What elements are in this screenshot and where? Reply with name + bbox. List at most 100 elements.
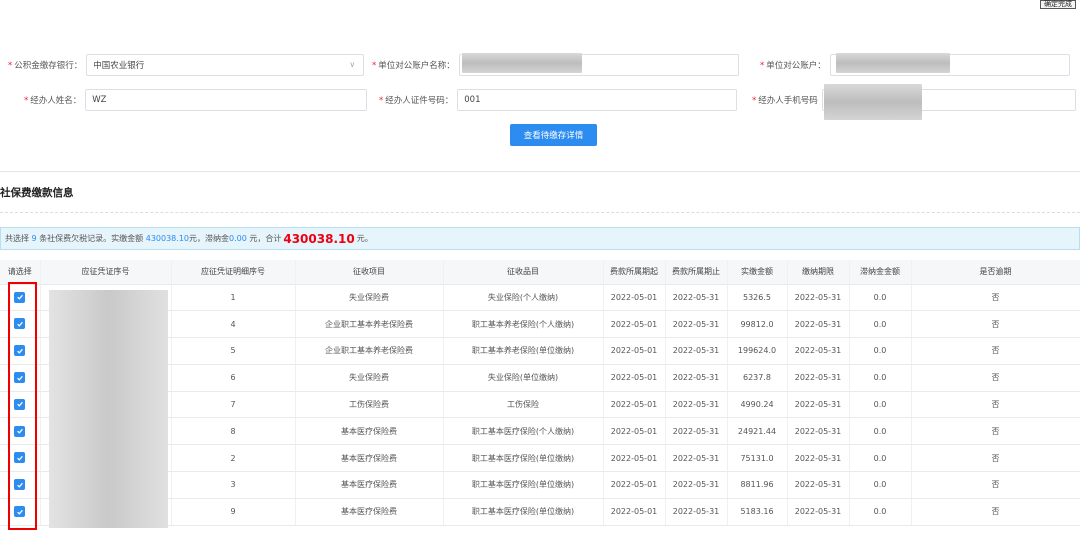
column-header: 费款所属期止 bbox=[665, 260, 728, 285]
summary-bar: 共选择 9 条社保费欠税记录。实缴金额 430038.10 元，滞纳金 0.00 元… bbox=[0, 227, 1080, 250]
checkbox-highlight-frame bbox=[8, 282, 37, 530]
table-cell: 0.0 bbox=[849, 337, 912, 365]
table-cell: 2022-05-31 bbox=[665, 310, 728, 339]
table-cell: 失业保险(单位缴纳) bbox=[443, 364, 604, 392]
table-cell: 2022-05-31 bbox=[665, 364, 728, 392]
handler-name-label: * 经办人姓名： bbox=[24, 96, 82, 106]
handler-id-value: 001 bbox=[464, 95, 481, 105]
table-cell: 2022-05-01 bbox=[603, 310, 666, 339]
view-details-button[interactable]: 查看待缴存详情 bbox=[510, 124, 597, 146]
column-header: 实缴金额 bbox=[727, 260, 788, 285]
table-cell: 6 bbox=[171, 364, 296, 392]
table-cell: 8 bbox=[171, 417, 296, 446]
table-cell: 基本医疗保险费 bbox=[295, 471, 444, 499]
table-cell: 否 bbox=[911, 417, 1080, 446]
table-cell: 5326.5 bbox=[727, 284, 788, 312]
table-cell: 8811.96 bbox=[727, 471, 788, 499]
table-cell: 2022-05-01 bbox=[603, 391, 666, 419]
table-cell: 失业保险(个人缴纳) bbox=[443, 284, 604, 312]
table-cell: 5183.16 bbox=[727, 498, 788, 526]
unit-account-label: * 单位对公账户： bbox=[760, 61, 826, 71]
table-cell: 2022-05-31 bbox=[787, 498, 850, 526]
table-cell: 基本医疗保险费 bbox=[295, 417, 444, 446]
table-cell: 0.0 bbox=[849, 364, 912, 392]
handler-name-input[interactable]: WZ bbox=[85, 89, 368, 111]
table-cell: 职工基本医疗保险(个人缴纳) bbox=[443, 417, 604, 446]
table-cell: 工伤保险 bbox=[443, 391, 604, 419]
column-header: 应征凭证明细序号 bbox=[171, 260, 296, 285]
table-cell: 2022-05-31 bbox=[787, 417, 850, 446]
table-cell: 2022-05-01 bbox=[603, 284, 666, 312]
handler-name-field: * 经办人姓名： WZ bbox=[24, 89, 368, 111]
table-cell: 0.0 bbox=[849, 417, 912, 446]
table-cell: 2022-05-31 bbox=[787, 444, 850, 473]
table-cell: 2022-05-01 bbox=[603, 444, 666, 473]
bank-select-value: 中国农业银行 bbox=[93, 61, 145, 71]
column-header: 请选择 bbox=[0, 260, 41, 285]
table-cell: 否 bbox=[911, 364, 1080, 392]
table-cell: 7 bbox=[171, 391, 296, 419]
table-cell: 9 bbox=[171, 498, 296, 526]
table-cell: 失业保险费 bbox=[295, 364, 444, 392]
table-cell: 0.0 bbox=[849, 498, 912, 526]
handler-id-input[interactable]: 001 bbox=[457, 89, 738, 111]
dashed-divider bbox=[0, 212, 1080, 213]
bank-select[interactable]: 中国农业银行 ∨ bbox=[86, 54, 365, 76]
paid-amount: 430038.10 bbox=[145, 234, 189, 243]
unit-account-name-label: * 单位对公账户名称： bbox=[372, 61, 455, 71]
table-cell: 0.0 bbox=[849, 471, 912, 499]
table-cell: 否 bbox=[911, 498, 1080, 526]
table-cell: 99812.0 bbox=[727, 310, 788, 339]
column-header: 缴纳期限 bbox=[787, 260, 850, 285]
handler-phone-label: * 经办人手机号码 bbox=[752, 96, 818, 106]
table-cell: 24921.44 bbox=[727, 417, 788, 446]
bank-field: * 公积金缴存银行： 中国农业银行 ∨ bbox=[8, 54, 365, 76]
table-cell: 职工基本医疗保险(单位缴纳) bbox=[443, 471, 604, 499]
section-divider bbox=[0, 171, 1080, 172]
table-cell: 6237.8 bbox=[727, 364, 788, 392]
column-header: 征收项目 bbox=[295, 260, 444, 285]
table-cell: 职工基本医疗保险(单位缴纳) bbox=[443, 444, 604, 473]
table-cell: 2022-05-31 bbox=[787, 284, 850, 312]
table-cell: 2022-05-31 bbox=[665, 337, 728, 365]
table-cell: 3 bbox=[171, 471, 296, 499]
table-cell: 2022-05-31 bbox=[787, 337, 850, 365]
table-cell: 0.0 bbox=[849, 284, 912, 312]
table-cell: 2022-05-31 bbox=[665, 444, 728, 473]
table-cell: 否 bbox=[911, 391, 1080, 419]
confirm-button[interactable]: 确定完成 bbox=[1040, 0, 1076, 9]
table-cell: 2022-05-31 bbox=[665, 471, 728, 499]
table-cell: 基本医疗保险费 bbox=[295, 498, 444, 526]
table-cell: 4990.24 bbox=[727, 391, 788, 419]
table-cell: 2022-05-31 bbox=[665, 284, 728, 312]
column-header: 征收品目 bbox=[443, 260, 604, 285]
table-cell: 2022-05-31 bbox=[665, 498, 728, 526]
table-cell: 否 bbox=[911, 284, 1080, 312]
redacted-unit-account bbox=[836, 53, 950, 73]
table-cell: 2022-05-31 bbox=[787, 391, 850, 419]
table-cell: 2022-05-01 bbox=[603, 498, 666, 526]
table-cell: 2022-05-31 bbox=[787, 310, 850, 339]
column-header: 是否逾期 bbox=[911, 260, 1080, 285]
table-cell: 2022-05-01 bbox=[603, 337, 666, 365]
total-amount: 430038.10 bbox=[283, 231, 355, 246]
chevron-down-icon: ∨ bbox=[349, 60, 356, 69]
table-cell: 职工基本养老保险(单位缴纳) bbox=[443, 337, 604, 365]
redacted-unit-name bbox=[462, 53, 582, 73]
table-cell: 199624.0 bbox=[727, 337, 788, 365]
handler-id-label: * 经办人证件号码： bbox=[379, 96, 454, 106]
redacted-voucher-numbers bbox=[49, 290, 168, 528]
table-cell: 否 bbox=[911, 337, 1080, 365]
table-cell: 4 bbox=[171, 310, 296, 339]
table-cell: 基本医疗保险费 bbox=[295, 444, 444, 473]
table-cell: 2022-05-31 bbox=[665, 417, 728, 446]
handler-name-value: WZ bbox=[92, 95, 107, 105]
section-title: 社保费缴款信息 bbox=[0, 187, 74, 199]
table-cell: 0.0 bbox=[849, 391, 912, 419]
table-cell: 1 bbox=[171, 284, 296, 312]
table-cell: 2022-05-31 bbox=[665, 391, 728, 419]
column-header: 滞纳金金额 bbox=[849, 260, 912, 285]
table-cell: 2 bbox=[171, 444, 296, 473]
table-cell: 企业职工基本养老保险费 bbox=[295, 337, 444, 365]
column-header: 应征凭证序号 bbox=[40, 260, 172, 285]
